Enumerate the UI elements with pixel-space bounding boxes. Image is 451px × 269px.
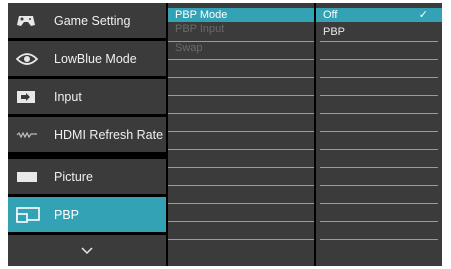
divider — [168, 95, 314, 96]
divider — [168, 131, 314, 132]
pbp-mode-options: Off ✓ PBP — [316, 3, 442, 266]
divider — [320, 149, 438, 150]
picture-icon — [16, 171, 48, 183]
menu-item-label: LowBlue Mode — [54, 51, 137, 66]
divider — [320, 95, 438, 96]
pbp-icon — [16, 206, 48, 223]
option-label: Off — [323, 9, 338, 21]
osd-menu: Game Setting LowBlue Mode Input HDMI Ref… — [8, 3, 442, 266]
checkmark-icon: ✓ — [418, 9, 428, 21]
main-menu: Game Setting LowBlue Mode Input HDMI Ref… — [8, 3, 166, 266]
menu-item-label: HDMI Refresh Rate — [54, 127, 164, 142]
divider — [320, 221, 438, 222]
submenu-item-swap: Swap — [168, 41, 203, 55]
more-button[interactable] — [8, 235, 166, 266]
input-icon — [16, 90, 48, 104]
divider — [320, 41, 438, 42]
divider — [168, 239, 314, 240]
divider — [168, 185, 314, 186]
pbp-submenu: PBP Mode PBP Input Swap — [168, 3, 314, 266]
divider — [320, 167, 438, 168]
menu-item-lowblue-mode[interactable]: LowBlue Mode — [8, 41, 166, 76]
divider — [320, 77, 438, 78]
menu-item-label: PBP — [54, 207, 80, 222]
divider — [168, 221, 314, 222]
menu-item-pbp[interactable]: PBP — [8, 197, 166, 232]
divider — [320, 203, 438, 204]
divider — [168, 149, 314, 150]
submenu-item-label: PBP Input — [175, 23, 225, 35]
divider — [168, 77, 314, 78]
menu-item-label: Input — [54, 89, 82, 104]
divider — [168, 203, 314, 204]
submenu-item-pbp-mode[interactable]: PBP Mode — [168, 8, 314, 22]
divider — [168, 167, 314, 168]
menu-item-label: Picture — [54, 169, 93, 184]
divider — [320, 185, 438, 186]
menu-item-label: Game Setting — [54, 13, 131, 28]
refresh-rate-icon — [16, 130, 48, 140]
divider — [320, 239, 438, 240]
divider — [320, 113, 438, 114]
submenu-item-pbp-input: PBP Input — [168, 22, 224, 36]
option-off[interactable]: Off ✓ — [316, 8, 442, 22]
option-pbp[interactable]: PBP — [316, 25, 345, 39]
submenu-item-label: Swap — [175, 42, 203, 54]
divider — [320, 59, 438, 60]
divider — [168, 59, 314, 60]
divider — [168, 41, 314, 42]
menu-item-hdmi-refresh-rate[interactable]: HDMI Refresh Rate — [8, 117, 166, 152]
menu-item-game-setting[interactable]: Game Setting — [8, 3, 166, 38]
option-label: PBP — [323, 26, 346, 38]
menu-item-picture[interactable]: Picture — [8, 159, 166, 194]
chevron-down-icon — [81, 242, 93, 260]
menu-item-input[interactable]: Input — [8, 79, 166, 114]
divider — [168, 113, 314, 114]
submenu-item-label: PBP Mode — [175, 9, 228, 21]
divider — [320, 131, 438, 132]
gamepad-icon — [16, 14, 48, 28]
eye-icon — [16, 52, 48, 66]
